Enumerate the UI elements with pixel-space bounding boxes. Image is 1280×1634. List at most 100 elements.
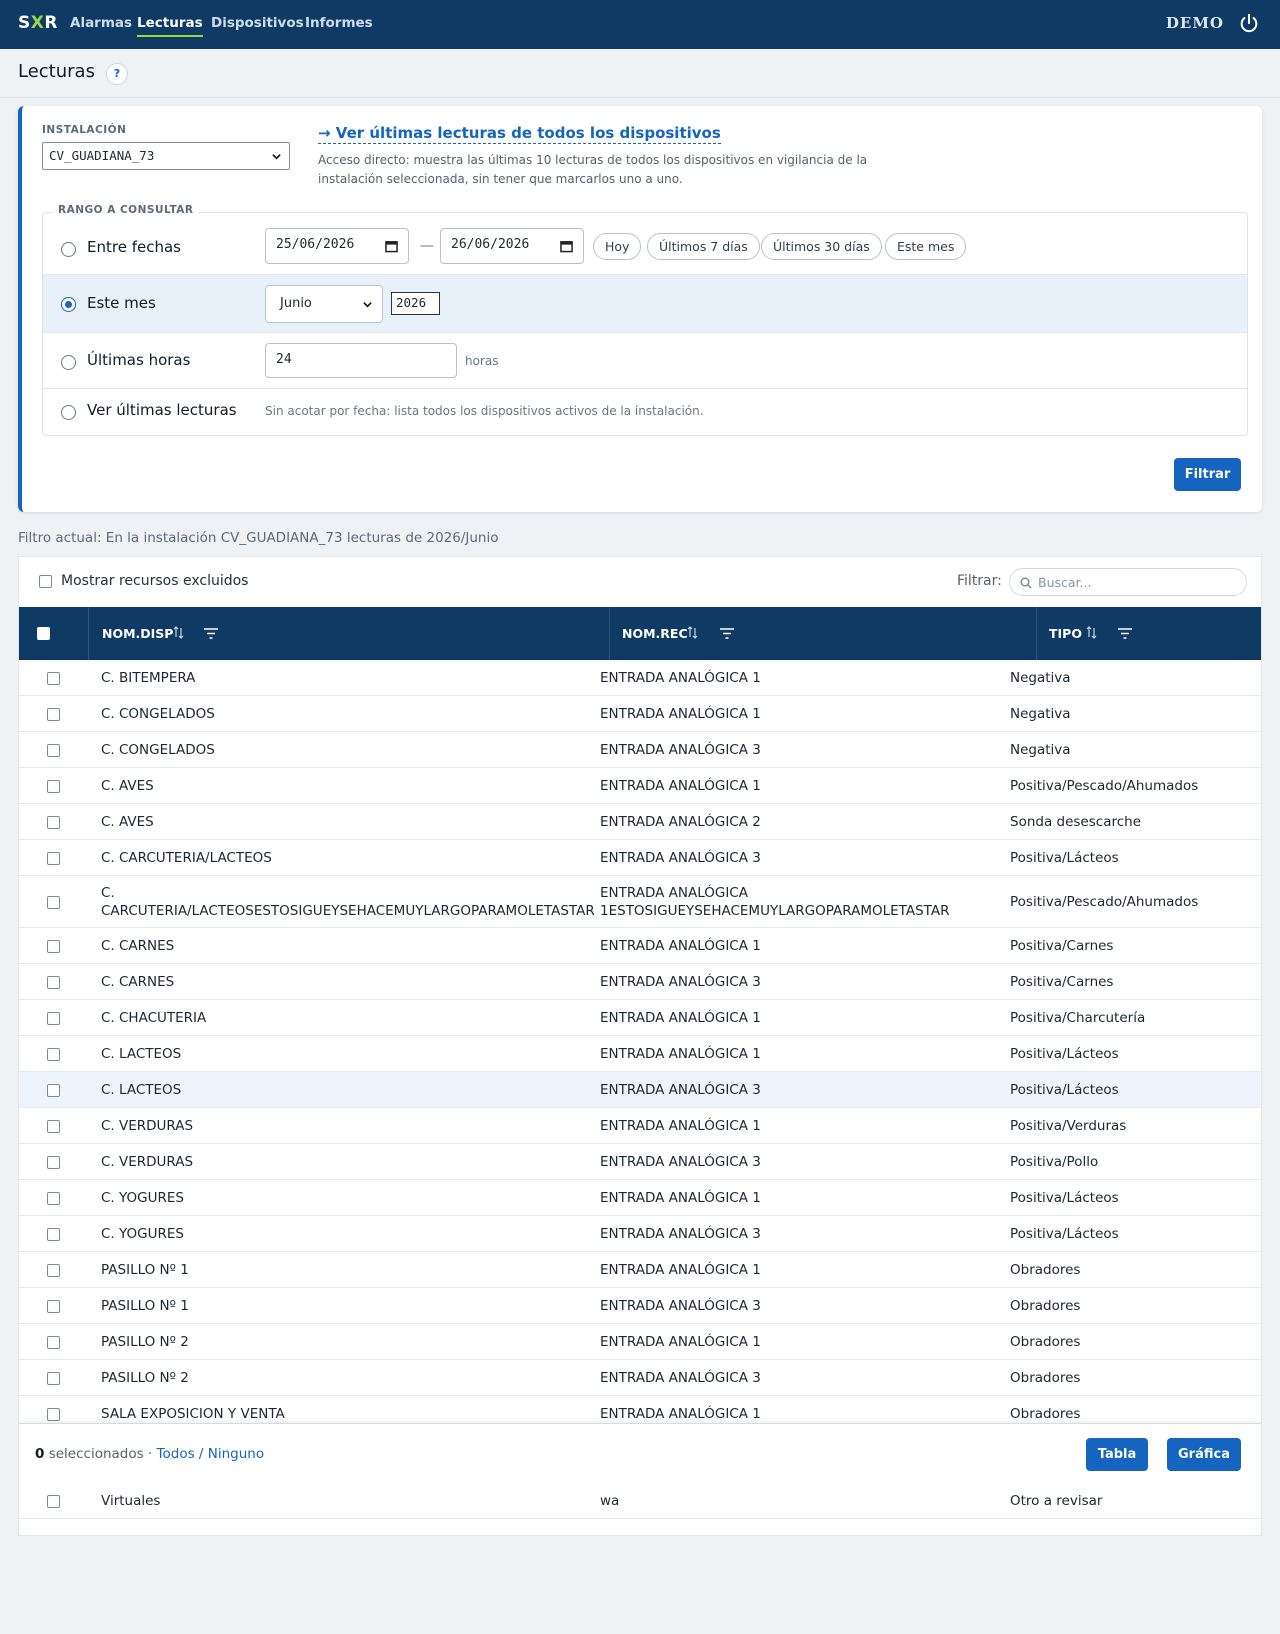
table-row[interactable]: C. CHACUTERIA ENTRADA ANALÓGICA 1 Positiva…	[19, 1000, 1261, 1036]
row-checkbox[interactable]	[47, 1011, 60, 1025]
row-checkbox[interactable]	[47, 671, 60, 685]
table-row[interactable]: C. VERDURAS ENTRADA ANALÓGICA 3 Positiva/P…	[19, 1144, 1261, 1180]
filter-button[interactable]: Filtrar	[1174, 458, 1241, 491]
cell-nom-disp: C. VERDURAS	[101, 1154, 194, 1170]
table-row[interactable]: C. AVES ENTRADA ANALÓGICA 2 Sonda desescar…	[19, 804, 1261, 840]
cell-nom-rec: ENTRADA ANALÓGICA 3	[600, 1298, 761, 1314]
cell-nom-disp: C. BITEMPERA	[101, 670, 196, 686]
table-row[interactable]: C. CARCUTERIA/LACTEOSESTOSIGUEYSEHACEMUY…	[19, 876, 1261, 928]
row-checkbox[interactable]	[47, 895, 60, 909]
col-header-nom-rec[interactable]: NOM.REC	[622, 626, 688, 641]
calendar-icon	[385, 241, 398, 253]
sort-icon[interactable]	[687, 626, 698, 639]
search-icon	[1020, 577, 1032, 589]
chart-view-button[interactable]: Gráfica	[1167, 1438, 1241, 1471]
table-row[interactable]: C. YOGURES ENTRADA ANALÓGICA 1 Positiva/Lá…	[19, 1180, 1261, 1216]
filter-icon[interactable]	[720, 628, 734, 639]
table-row[interactable]: C. BITEMPERA ENTRADA ANALÓGICA 1 Negativa	[19, 660, 1261, 696]
table-row[interactable]: C. CONGELADOS ENTRADA ANALÓGICA 1 Negativa	[19, 696, 1261, 732]
selected-label: seleccionados ·	[48, 1446, 153, 1462]
cell-nom-disp: C. LACTEOS	[101, 1046, 182, 1062]
row-checkbox[interactable]	[47, 939, 60, 953]
cell-tipo: Positiva/Lácteos	[1010, 1082, 1119, 1098]
row-checkbox[interactable]	[47, 1119, 60, 1133]
table-row[interactable]: PASILLO Nº 1 ENTRADA ANALÓGICA 3 Obradores	[19, 1288, 1261, 1324]
top-navbar: SXR Alarmas Lecturas Dispositivos Inform…	[0, 0, 1280, 49]
installation-select[interactable]: CV_GUADIANA_73	[42, 142, 290, 170]
table-row[interactable]: Virtuales wa Otro a revisar	[19, 1484, 1261, 1519]
sort-icon[interactable]	[173, 626, 184, 639]
table-row[interactable]: PASILLO Nº 1 ENTRADA ANALÓGICA 1 Obradores	[19, 1252, 1261, 1288]
radio-hours[interactable]	[61, 355, 76, 370]
table-row[interactable]: C. AVES ENTRADA ANALÓGICA 1 Positiva/Pesca…	[19, 768, 1261, 804]
row-checkbox[interactable]	[47, 1047, 60, 1061]
row-checkbox[interactable]	[47, 975, 60, 989]
filter-icon[interactable]	[204, 628, 218, 639]
col-header-tipo[interactable]: TIPO	[1049, 626, 1082, 641]
row-checkbox[interactable]	[47, 1335, 60, 1349]
table-row[interactable]: C. YOGURES ENTRADA ANALÓGICA 3 Positiva/Lá…	[19, 1216, 1261, 1252]
row-checkbox[interactable]	[47, 1299, 60, 1313]
quick-7days-button[interactable]: Últimos 7 días	[647, 233, 760, 260]
radio-between[interactable]	[61, 242, 76, 257]
show-excluded-checkbox[interactable]	[39, 575, 52, 588]
nav-dispositivos[interactable]: Dispositivos	[211, 15, 304, 31]
range-fieldset: RANGO A CONSULTAR Entre fechas 25/06/202…	[42, 204, 1248, 436]
row-checkbox[interactable]	[47, 1191, 60, 1205]
select-all-link[interactable]: Todos	[157, 1446, 195, 1462]
table-row[interactable]: PASILLO Nº 2 ENTRADA ANALÓGICA 3 Obradores	[19, 1360, 1261, 1396]
col-header-nom-disp[interactable]: NOM.DISP	[102, 626, 173, 641]
table-row[interactable]: C. LACTEOS ENTRADA ANALÓGICA 3 Positiva/Lá…	[19, 1072, 1261, 1108]
table-row[interactable]: C. CONGELADOS ENTRADA ANALÓGICA 3 Negativa	[19, 732, 1261, 768]
table-row[interactable]: PASILLO Nº 2 ENTRADA ANALÓGICA 1 Obradores	[19, 1324, 1261, 1360]
quick-this-month-button[interactable]: Este mes	[885, 233, 967, 260]
row-checkbox[interactable]	[47, 1495, 60, 1508]
cell-nom-rec: ENTRADA ANALÓGICA 1	[600, 670, 761, 686]
nav-informes[interactable]: Informes	[305, 15, 373, 31]
power-icon[interactable]	[1238, 13, 1260, 35]
quick-30days-button[interactable]: Últimos 30 días	[761, 233, 882, 260]
row-checkbox[interactable]	[47, 743, 60, 757]
row-checkbox[interactable]	[47, 707, 60, 721]
table-row[interactable]: C. CARNES ENTRADA ANALÓGICA 1 Positiva/Car…	[19, 928, 1261, 964]
row-checkbox[interactable]	[47, 779, 60, 793]
table-view-button[interactable]: Tabla	[1086, 1438, 1148, 1471]
quick-today-button[interactable]: Hoy	[593, 233, 642, 260]
select-none-link[interactable]: Ninguno	[208, 1446, 264, 1462]
help-icon[interactable]: ?	[106, 63, 128, 85]
sort-icon[interactable]	[1086, 626, 1097, 639]
view-all-latest-link[interactable]: → Ver últimas lecturas de todos los disp…	[318, 124, 721, 144]
row-checkbox[interactable]	[47, 815, 60, 829]
cell-nom-rec: ENTRADA ANALÓGICA 3	[600, 850, 761, 866]
cell-nom-disp: C. CARCUTERIA/LACTEOS	[101, 850, 272, 866]
filter-icon[interactable]	[1118, 628, 1132, 639]
row-checkbox[interactable]	[47, 851, 60, 865]
hours-input[interactable]: 24	[265, 343, 457, 378]
table-row[interactable]: C. LACTEOS ENTRADA ANALÓGICA 1 Positiva/Lá…	[19, 1036, 1261, 1072]
radio-latest[interactable]	[61, 405, 76, 420]
app-logo[interactable]: SXR	[18, 13, 58, 33]
page-header: Lecturas ?	[0, 49, 1280, 98]
cell-nom-disp: C. YOGURES	[101, 1226, 184, 1242]
column-divider	[1036, 607, 1037, 660]
row-checkbox[interactable]	[47, 1407, 60, 1421]
row-checkbox[interactable]	[47, 1083, 60, 1097]
radio-month[interactable]	[61, 297, 76, 312]
month-select[interactable]: Junio	[265, 285, 383, 323]
year-input[interactable]: 2026	[391, 292, 440, 315]
row-checkbox[interactable]	[47, 1371, 60, 1385]
select-all-checkbox[interactable]	[37, 627, 50, 640]
date-separator: —	[420, 238, 434, 254]
table-row[interactable]: C. CARNES ENTRADA ANALÓGICA 3 Positiva/Car…	[19, 964, 1261, 1000]
date-to-input[interactable]: 26/06/2026	[440, 228, 584, 264]
row-checkbox[interactable]	[47, 1263, 60, 1277]
table-row[interactable]: C. VERDURAS ENTRADA ANALÓGICA 1 Positiva/V…	[19, 1108, 1261, 1144]
row-checkbox[interactable]	[47, 1227, 60, 1241]
date-from-input[interactable]: 25/06/2026	[265, 228, 409, 264]
row-checkbox[interactable]	[47, 1155, 60, 1169]
table-row[interactable]: C. CARCUTERIA/LACTEOS ENTRADA ANALÓGICA 3…	[19, 840, 1261, 876]
search-input[interactable]: Buscar...	[1009, 568, 1247, 596]
nav-alarmas[interactable]: Alarmas	[70, 15, 132, 31]
nav-lecturas[interactable]: Lecturas	[137, 15, 203, 37]
user-label: DEMO	[1165, 14, 1224, 32]
